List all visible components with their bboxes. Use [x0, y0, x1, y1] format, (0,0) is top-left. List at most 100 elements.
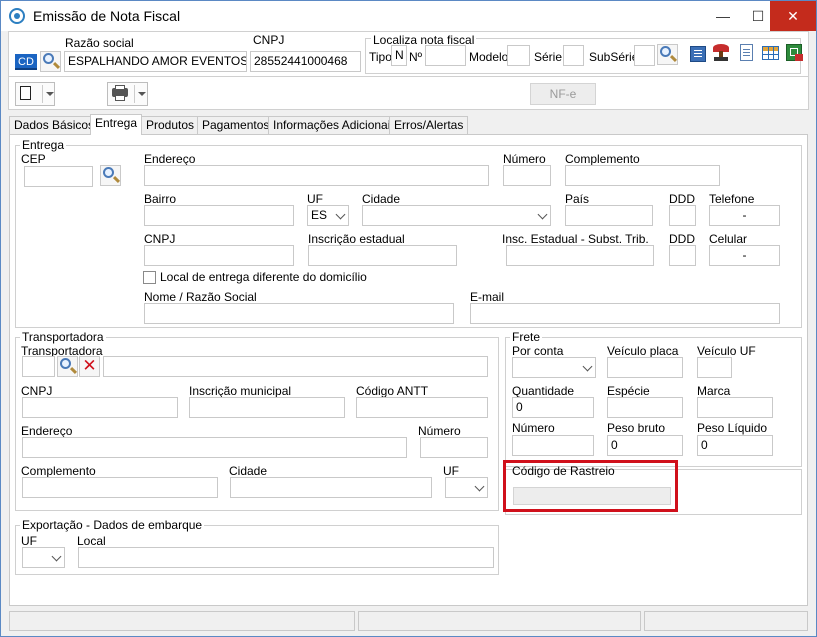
uf-transp-label: UF: [443, 464, 459, 478]
cnpj-transp-field[interactable]: [22, 397, 178, 418]
ddd-field[interactable]: [669, 205, 696, 226]
app-icon: [9, 8, 25, 24]
telefone-label: Telefone: [709, 192, 755, 206]
cnpj-label: CNPJ: [253, 33, 285, 47]
serie-field[interactable]: [563, 45, 584, 66]
cidade-transp-field[interactable]: [230, 477, 432, 498]
pais-field[interactable]: [565, 205, 653, 226]
razao-social-field[interactable]: ESPALHANDO AMOR EVENTOS E FRA: [64, 51, 247, 72]
transportadora-name-field[interactable]: [103, 356, 488, 377]
razao-social-label: Razão social: [65, 36, 134, 50]
ie-field[interactable]: [308, 245, 457, 266]
search-icon: [60, 358, 71, 369]
cep-field[interactable]: [24, 166, 93, 187]
numero-frete-field[interactable]: [512, 435, 594, 456]
clear-transportadora-button[interactable]: ✕: [79, 356, 100, 377]
tab-dados-basicos[interactable]: Dados Básicos: [9, 116, 100, 134]
telefone-field[interactable]: -: [709, 205, 780, 226]
antt-field[interactable]: [356, 397, 488, 418]
complemento-label: Complemento: [565, 152, 640, 166]
uf-export-select[interactable]: [22, 547, 65, 568]
transportadora-search-button[interactable]: [57, 356, 78, 377]
peso-liquido-field[interactable]: 0: [697, 435, 773, 456]
local-diferente-checkbox[interactable]: [143, 271, 156, 284]
email-field[interactable]: [470, 303, 780, 324]
tab-entrega[interactable]: Entrega: [90, 114, 143, 135]
numero-transp-field[interactable]: [420, 437, 488, 458]
peso-bruto-field[interactable]: 0: [607, 435, 683, 456]
localiza-search-button[interactable]: [657, 44, 678, 65]
chevron-down-icon: [474, 481, 485, 492]
chevron-down-icon: [51, 551, 62, 562]
grid-icon[interactable]: [762, 46, 779, 60]
cep-search-button[interactable]: [100, 165, 121, 186]
ddd-celular-field[interactable]: [669, 245, 696, 266]
endereco-field[interactable]: [144, 165, 489, 186]
celular-field[interactable]: -: [709, 245, 780, 266]
excel-export-icon[interactable]: [786, 44, 803, 61]
document-icon[interactable]: [740, 44, 753, 61]
marca-label: Marca: [697, 384, 731, 398]
close-button[interactable]: ✕: [770, 1, 816, 31]
tab-produtos[interactable]: Produtos: [141, 116, 200, 134]
x-icon: ✕: [82, 356, 97, 375]
tipo-field[interactable]: N: [391, 45, 407, 66]
peso-liquido-label: Peso Líquido: [697, 421, 768, 435]
nome-field[interactable]: [144, 303, 454, 324]
local-diferente-label: Local de entrega diferente do domicílio: [160, 270, 367, 284]
modelo-label: Modelo: [469, 50, 509, 64]
search-empresa-button[interactable]: [40, 51, 61, 72]
ddd-celular-label: DDD: [669, 232, 695, 246]
bairro-field[interactable]: [144, 205, 294, 226]
especie-field[interactable]: [607, 397, 683, 418]
quantidade-field[interactable]: 0: [512, 397, 594, 418]
print-button[interactable]: [107, 82, 148, 106]
complemento-transp-field[interactable]: [22, 477, 218, 498]
ie-st-field[interactable]: [506, 245, 654, 266]
header-panel: CD Razão social ESPALHANDO AMOR EVENTOS …: [8, 31, 809, 77]
cnpj-entrega-field[interactable]: [144, 245, 294, 266]
pais-label: País: [565, 192, 590, 206]
local-export-field[interactable]: [78, 547, 494, 568]
numero-field[interactable]: [503, 165, 551, 186]
veiculo-placa-field[interactable]: [607, 357, 683, 378]
im-label: Inscrição municipal: [189, 384, 292, 398]
numero-transp-label: Número: [418, 424, 461, 438]
nfe-button[interactable]: NF-e: [530, 83, 596, 105]
new-document-button[interactable]: [15, 82, 55, 106]
ie-st-label: Insc. Estadual - Subst. Trib.: [502, 232, 649, 246]
transportadora-code-field[interactable]: [22, 356, 55, 377]
im-field[interactable]: [189, 397, 345, 418]
cidade-label: Cidade: [362, 192, 401, 206]
stamp-icon[interactable]: [713, 44, 729, 62]
cnpj-field[interactable]: 28552441000468: [250, 51, 361, 72]
cd-badge[interactable]: CD: [15, 54, 37, 70]
local-export-label: Local: [77, 534, 106, 548]
celular-label: Celular: [709, 232, 748, 246]
subserie-field[interactable]: [634, 45, 655, 66]
uf-transp-select[interactable]: [445, 477, 488, 498]
tab-erros-alertas[interactable]: Erros/Alertas: [389, 116, 469, 134]
veiculo-uf-field[interactable]: [697, 357, 732, 378]
uf-select[interactable]: ES: [307, 205, 349, 226]
tab-informacoes-adicionais[interactable]: Informações Adicionais: [268, 116, 402, 134]
cidade-select[interactable]: [362, 205, 551, 226]
modelo-field[interactable]: [507, 45, 530, 66]
report-icon[interactable]: [690, 46, 706, 62]
window-title: Emissão de Nota Fiscal: [33, 8, 181, 24]
search-icon: [43, 53, 54, 64]
complemento-field[interactable]: [565, 165, 720, 186]
marca-field[interactable]: [697, 397, 773, 418]
tab-pagamentos[interactable]: Pagamentos: [197, 116, 275, 134]
veiculo-placa-label: Veículo placa: [607, 344, 679, 358]
cep-label: CEP: [21, 152, 46, 166]
por-conta-select[interactable]: [512, 357, 596, 378]
toolbar: NF-e: [8, 77, 809, 110]
numero-nf-field[interactable]: [425, 45, 466, 66]
quantidade-label: Quantidade: [512, 384, 575, 398]
status-cell-1: [9, 611, 355, 631]
endereco-transp-field[interactable]: [22, 437, 407, 458]
uf-label: UF: [307, 192, 323, 206]
chevron-down-icon: [537, 209, 548, 220]
minimize-button[interactable]: —: [706, 1, 740, 31]
